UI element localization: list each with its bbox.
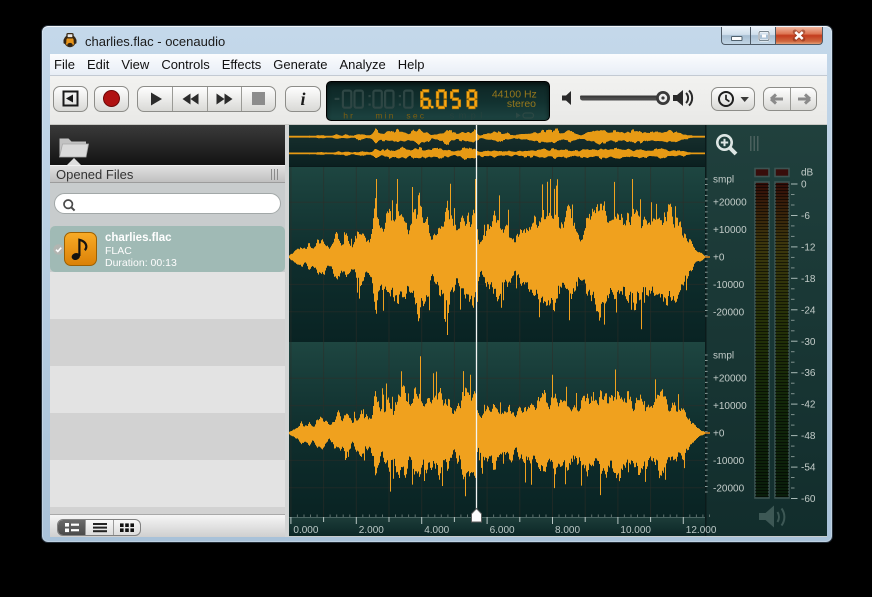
- svg-text:-54: -54: [801, 463, 816, 474]
- svg-text:smpl: smpl: [713, 351, 734, 362]
- svg-text:smpl: smpl: [713, 175, 734, 186]
- svg-text:+0: +0: [713, 253, 725, 264]
- svg-text:stereo: stereo: [507, 98, 536, 110]
- svg-text:+0: +0: [713, 429, 725, 440]
- svg-text:-18: -18: [801, 274, 816, 285]
- svg-text:-12: -12: [801, 242, 816, 253]
- svg-text:2.000: 2.000: [359, 525, 384, 536]
- svg-text:-20000: -20000: [713, 307, 745, 318]
- svg-text:0.000: 0.000: [293, 525, 318, 536]
- svg-text:-60: -60: [801, 494, 816, 505]
- svg-text:6.000: 6.000: [490, 525, 515, 536]
- svg-text:-20000: -20000: [713, 483, 745, 494]
- svg-text:-48: -48: [801, 431, 816, 442]
- svg-text:sec: sec: [406, 111, 426, 121]
- svg-text:12.000: 12.000: [686, 525, 717, 536]
- svg-text:-36: -36: [801, 368, 816, 379]
- svg-text:-10000: -10000: [713, 280, 745, 291]
- svg-text:-42: -42: [801, 400, 816, 411]
- svg-text:-24: -24: [801, 305, 816, 316]
- svg-text:hr: hr: [343, 111, 355, 121]
- svg-text:+10000: +10000: [713, 225, 747, 236]
- svg-text:+10000: +10000: [713, 401, 747, 412]
- svg-text:+20000: +20000: [713, 374, 747, 385]
- svg-text:8.000: 8.000: [555, 525, 580, 536]
- svg-text:-30: -30: [801, 337, 816, 348]
- svg-text:-10000: -10000: [713, 456, 745, 467]
- svg-text:smpl: smpl: [450, 111, 487, 121]
- svg-text:min: min: [375, 111, 395, 121]
- svg-text:0: 0: [801, 180, 807, 191]
- svg-text:4.000: 4.000: [424, 525, 449, 536]
- svg-text:10.000: 10.000: [620, 525, 651, 536]
- svg-text:dB: dB: [801, 168, 814, 179]
- svg-text:+20000: +20000: [713, 198, 747, 209]
- svg-text:-6: -6: [801, 211, 810, 222]
